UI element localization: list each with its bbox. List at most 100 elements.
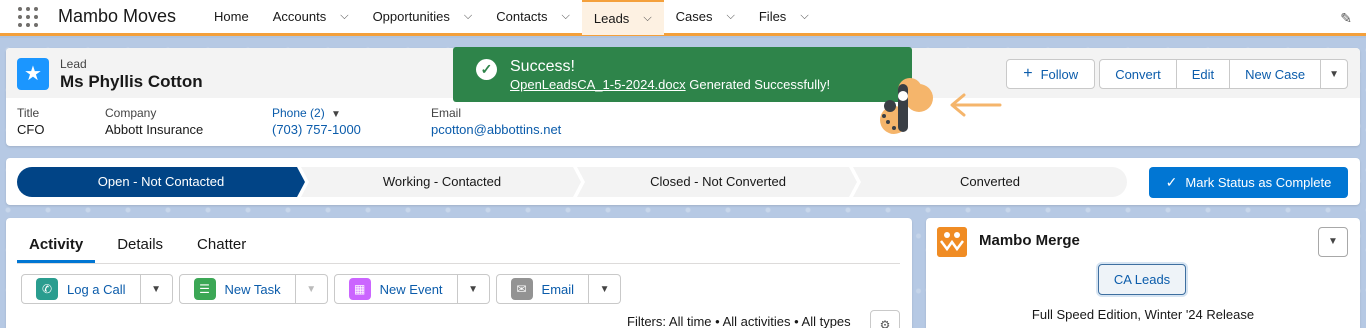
action-label: New Event [379, 281, 443, 297]
new-event-dropdown[interactable]: ▼ [457, 274, 490, 304]
path-stage-open[interactable]: Open - Not Contacted [17, 167, 305, 197]
nav-label: Contacts [496, 9, 548, 24]
record-actions: + Follow Convert Edit New Case ▼ [1006, 59, 1348, 89]
nav-item-contacts[interactable]: Contacts ⌵ [484, 0, 582, 35]
chevron-down-icon[interactable]: ⌵ [464, 10, 472, 23]
field-email: Email pcotton@abbottins.net [431, 106, 561, 137]
convert-button[interactable]: Convert [1099, 59, 1177, 89]
field-value: Abbott Insurance [105, 122, 204, 137]
task-icon: ☰ [193, 278, 216, 300]
chevron-down-icon[interactable]: ⌵ [643, 12, 651, 25]
mambo-mascot-icon [880, 78, 933, 134]
nav-item-accounts[interactable]: Accounts ⌵ [261, 0, 361, 35]
ca-leads-button[interactable]: CA Leads [1098, 264, 1186, 295]
follow-label: Follow [1040, 66, 1079, 82]
chevron-down-icon: ▼ [1329, 68, 1339, 80]
chevron-down-icon[interactable]: ▼ [331, 109, 341, 120]
email-link[interactable]: pcotton@abbottins.net [431, 122, 561, 137]
toast-title: Success! [510, 58, 575, 75]
top-nav: Mambo Moves Home Accounts ⌵ Opportunities… [0, 0, 1366, 36]
new-task-action: ☰ New Task ▼ [178, 274, 328, 304]
follow-button[interactable]: + Follow [1006, 59, 1096, 89]
generated-file-link[interactable]: OpenLeadsCA_1-5-2024.docx [510, 77, 686, 92]
pointer-arrow-icon [950, 93, 1002, 117]
chevron-down-icon[interactable]: ⌵ [562, 10, 570, 23]
edit-nav-pencil-icon[interactable]: ✎ [1340, 10, 1352, 27]
nav-label: Home [214, 9, 249, 24]
phone-link[interactable]: (703) 757-1000 [272, 122, 431, 137]
nav-item-cases[interactable]: Cases ⌵ [664, 0, 747, 35]
activity-filters[interactable]: Filters: All time • All activities • All… [627, 314, 851, 328]
path-stage-converted[interactable]: Converted [859, 167, 1121, 197]
field-company: Company Abbott Insurance [105, 106, 272, 137]
merge-edition: Full Speed Edition, Winter '24 Release [1031, 307, 1255, 322]
app-name: Mambo Moves [58, 6, 177, 26]
new-task-button[interactable]: ☰ New Task [178, 274, 296, 304]
action-label: New Task [224, 281, 281, 297]
path-stage-closed[interactable]: Closed - Not Converted [583, 167, 853, 197]
nav-item-opportunities[interactable]: Opportunities ⌵ [361, 0, 485, 35]
nav-label: Cases [675, 9, 713, 24]
email-action: ✉ Email ▼ [495, 274, 622, 304]
chevron-down-icon[interactable]: ⌵ [727, 10, 735, 23]
more-actions-button[interactable]: ▼ [1320, 59, 1348, 89]
activity-card: Activity Details Chatter ✆ Log a Call ▼ … [6, 218, 912, 328]
log-a-call-button[interactable]: ✆ Log a Call [21, 274, 141, 304]
app-launcher-icon[interactable] [16, 5, 40, 29]
field-phone: Phone (2) ▼ (703) 757-1000 [272, 106, 431, 137]
phone-icon: ✆ [36, 278, 58, 300]
action-label: Log a Call [67, 281, 126, 297]
field-label: Email [431, 106, 462, 120]
email-icon: ✉ [510, 278, 533, 300]
success-toast: ✓ Success! OpenLeadsCA_1-5-2024.docx Gen… [453, 47, 912, 102]
field-value: CFO [17, 122, 45, 137]
field-label: Phone (2) [272, 106, 325, 120]
new-case-button[interactable]: New Case [1229, 59, 1322, 89]
gear-icon[interactable]: ⚙ [870, 310, 900, 328]
email-dropdown[interactable]: ▼ [589, 274, 622, 304]
field-title: Title CFO [17, 106, 105, 137]
nav-item-files[interactable]: Files ⌵ [747, 0, 821, 35]
nav-item-leads[interactable]: Leads ⌵ [581, 0, 664, 35]
tab-chatter[interactable]: Chatter [185, 230, 258, 263]
tab-details[interactable]: Details [105, 230, 175, 263]
status-path-card: Open - Not Contacted Working - Contacted… [6, 158, 1360, 205]
checkmark-icon: ✓ [1165, 174, 1178, 190]
chevron-down-icon[interactable]: ⌵ [800, 10, 808, 23]
status-path: Open - Not Contacted Working - Contacted… [17, 167, 1127, 197]
mambo-merge-card: Mambo Merge ▼ CA Leads Full Speed Editio… [926, 218, 1360, 328]
nav-item-home[interactable]: Home [202, 0, 261, 35]
success-check-icon: ✓ [476, 59, 497, 80]
record-type: Lead [60, 57, 87, 71]
record-name: Ms Phyllis Cotton [60, 72, 203, 91]
calendar-icon: ▦ [348, 278, 371, 300]
phone-label[interactable]: Phone (2) ▼ [272, 106, 431, 120]
nav-label: Accounts [272, 9, 327, 24]
mark-status-label: Mark Status as Complete [1185, 175, 1332, 190]
merge-menu-button[interactable]: ▼ [1318, 227, 1348, 257]
log-a-call-action: ✆ Log a Call ▼ [21, 274, 173, 304]
path-stage-working[interactable]: Working - Contacted [307, 167, 577, 197]
tab-activity[interactable]: Activity [17, 230, 96, 263]
email-button[interactable]: ✉ Email [495, 274, 590, 304]
nav-label: Files [758, 9, 787, 24]
new-event-action: ▦ New Event ▼ [333, 274, 490, 304]
nav-label: Opportunities [372, 9, 450, 24]
toast-message-text: Generated Successfully! [685, 77, 831, 92]
field-label: Company [105, 106, 157, 120]
highlight-fields: Title CFO Company Abbott Insurance Phone… [17, 106, 561, 137]
edit-button[interactable]: Edit [1175, 59, 1231, 89]
lead-icon: ★ [17, 58, 49, 90]
new-event-button[interactable]: ▦ New Event [333, 274, 458, 304]
plus-icon: + [1023, 65, 1033, 82]
activity-tabs: Activity Details Chatter [17, 230, 900, 264]
new-task-dropdown[interactable]: ▼ [295, 274, 328, 304]
log-a-call-dropdown[interactable]: ▼ [140, 274, 173, 304]
toast-message: OpenLeadsCA_1-5-2024.docx Generated Succ… [510, 77, 830, 92]
merge-title: Mambo Merge [979, 232, 1080, 249]
activity-actions: ✆ Log a Call ▼ ☰ New Task ▼ ▦ New Event … [21, 274, 627, 304]
mark-status-complete-button[interactable]: ✓ Mark Status as Complete [1149, 167, 1348, 198]
field-label: Title [17, 106, 40, 120]
chevron-down-icon[interactable]: ⌵ [340, 10, 348, 23]
action-label: Email [541, 281, 575, 297]
